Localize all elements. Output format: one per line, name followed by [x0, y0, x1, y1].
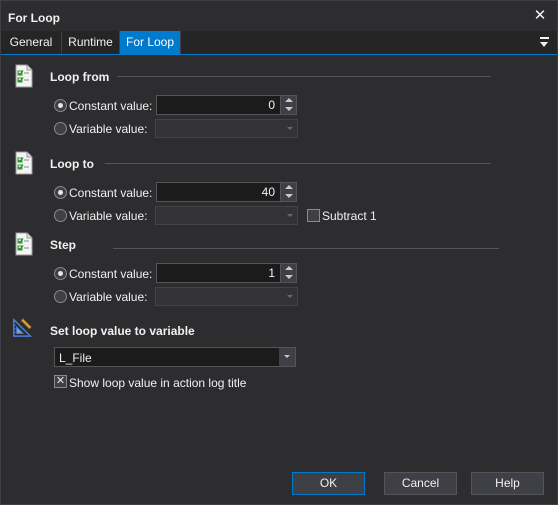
tab-for-loop[interactable]: For Loop: [120, 31, 181, 54]
step-variable-label: Variable value:: [69, 290, 148, 304]
step-constant-spinner[interactable]: 1: [156, 263, 297, 283]
cancel-button[interactable]: Cancel: [384, 472, 457, 495]
tab-general[interactable]: General: [1, 31, 62, 54]
subtract-one-checkbox[interactable]: [307, 209, 320, 222]
checklist-icon: [15, 151, 33, 175]
title-bar: For Loop ✕: [1, 1, 557, 31]
loop-to-constant-spinner[interactable]: 40: [156, 182, 297, 202]
loop-from-constant-spinner[interactable]: 0: [156, 95, 297, 115]
loop-to-constant-value[interactable]: 40: [157, 183, 277, 201]
tab-runtime[interactable]: Runtime: [62, 31, 120, 54]
for-loop-dialog: For Loop ✕ General Runtime For Loop Loop…: [0, 0, 558, 505]
window-title: For Loop: [8, 11, 60, 25]
spin-down-icon[interactable]: [281, 273, 297, 282]
loop-from-title: Loop from: [50, 70, 110, 84]
checklist-icon: [15, 64, 33, 88]
subtract-one-label: Subtract 1: [322, 209, 377, 223]
spin-up-icon[interactable]: [281, 264, 297, 273]
close-icon[interactable]: ✕: [531, 7, 549, 25]
chevron-down-icon: [287, 127, 293, 130]
loop-from-constant-label: Constant value:: [69, 99, 153, 113]
loop-to-constant-radio[interactable]: [54, 186, 67, 199]
spin-down-icon[interactable]: [281, 105, 297, 114]
loop-from-variable-label: Variable value:: [69, 122, 148, 136]
step-constant-label: Constant value:: [69, 267, 153, 281]
loop-variable-value: L_File: [59, 351, 92, 365]
loop-from-constant-radio[interactable]: [54, 99, 67, 112]
checklist-icon: [15, 232, 33, 256]
loop-from-constant-value[interactable]: 0: [157, 96, 277, 114]
set-loop-title: Set loop value to variable: [50, 324, 195, 338]
show-in-log-checkbox[interactable]: ✕: [54, 375, 67, 388]
show-in-log-label: Show loop value in action log title: [69, 376, 247, 390]
set-variable-icon: [13, 317, 33, 337]
loop-variable-select[interactable]: L_File: [54, 347, 296, 367]
loop-to-variable-select[interactable]: [155, 206, 298, 225]
loop-to-constant-label: Constant value:: [69, 186, 153, 200]
help-button[interactable]: Help: [471, 472, 544, 495]
step-variable-select[interactable]: [155, 287, 298, 306]
step-title: Step: [50, 238, 77, 252]
loop-to-variable-radio[interactable]: [54, 209, 67, 222]
tab-bar: General Runtime For Loop: [1, 31, 557, 55]
tab-menu-icon[interactable]: [539, 36, 551, 50]
loop-from-variable-radio[interactable]: [54, 122, 67, 135]
step-constant-radio[interactable]: [54, 267, 67, 280]
spin-down-icon[interactable]: [281, 192, 297, 201]
loop-to-title: Loop to: [50, 157, 94, 171]
step-variable-radio[interactable]: [54, 290, 67, 303]
chevron-down-icon: [287, 295, 293, 298]
spin-up-icon[interactable]: [281, 96, 297, 105]
chevron-down-icon[interactable]: [279, 348, 295, 366]
divider: [113, 248, 499, 249]
loop-from-variable-select[interactable]: [155, 119, 298, 138]
step-constant-value[interactable]: 1: [157, 264, 277, 282]
spin-up-icon[interactable]: [281, 183, 297, 192]
chevron-down-icon: [287, 214, 293, 217]
divider: [105, 163, 491, 164]
loop-to-variable-label: Variable value:: [69, 209, 148, 223]
ok-button[interactable]: OK: [292, 472, 365, 495]
divider: [117, 76, 491, 77]
